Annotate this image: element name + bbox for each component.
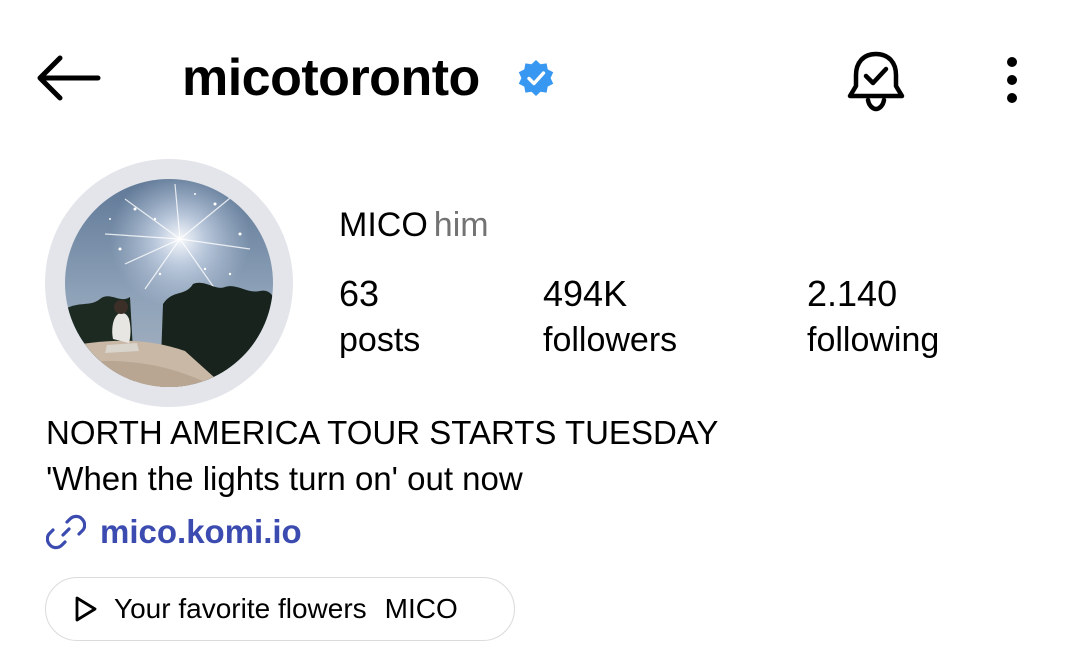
display-name-row: MICO him	[339, 205, 489, 245]
link-text: mico.komi.io	[100, 513, 302, 550]
link-icon	[46, 514, 86, 550]
bio-line: 'When the lights turn on' out now	[46, 460, 523, 497]
avatar[interactable]	[65, 179, 273, 387]
notifications-button[interactable]	[842, 46, 910, 114]
music-song-title: Your favorite flowers	[114, 593, 367, 624]
stat-following-label: following	[807, 321, 940, 359]
bio: NORTH AMERICA TOUR STARTS TUESDAY 'When …	[46, 410, 718, 502]
verified-badge-icon	[518, 60, 554, 96]
stat-posts[interactable]: 63 posts	[339, 273, 420, 361]
stat-followers[interactable]: 494K followers	[543, 273, 677, 361]
profile-page: micotoronto MICO him 63 posts 494K follo…	[0, 0, 1080, 656]
pronouns: him	[433, 206, 489, 244]
bio-line: NORTH AMERICA TOUR STARTS TUESDAY	[46, 414, 719, 451]
profile-link[interactable]: mico.komi.io	[46, 510, 302, 554]
stat-following-count: 2.140	[807, 273, 898, 314]
profile-music-button[interactable]: Your favorite flowers MICO	[45, 577, 515, 641]
music-artist: MICO	[384, 593, 458, 624]
stat-following[interactable]: 2.140 following	[807, 273, 939, 361]
stat-followers-label: followers	[543, 321, 678, 359]
stat-followers-count: 494K	[543, 273, 628, 314]
vertical-ellipsis-icon	[1007, 57, 1017, 103]
profile-username: micotoronto	[182, 49, 480, 107]
stat-posts-label: posts	[339, 321, 421, 359]
back-button[interactable]	[30, 48, 106, 108]
display-name: MICO	[339, 206, 428, 244]
avatar-image	[65, 179, 273, 387]
arrow-left-icon	[37, 55, 101, 101]
more-options-button[interactable]	[994, 52, 1030, 108]
stat-posts-count: 63	[339, 273, 380, 314]
play-icon	[75, 596, 97, 622]
bell-check-icon	[847, 51, 905, 112]
